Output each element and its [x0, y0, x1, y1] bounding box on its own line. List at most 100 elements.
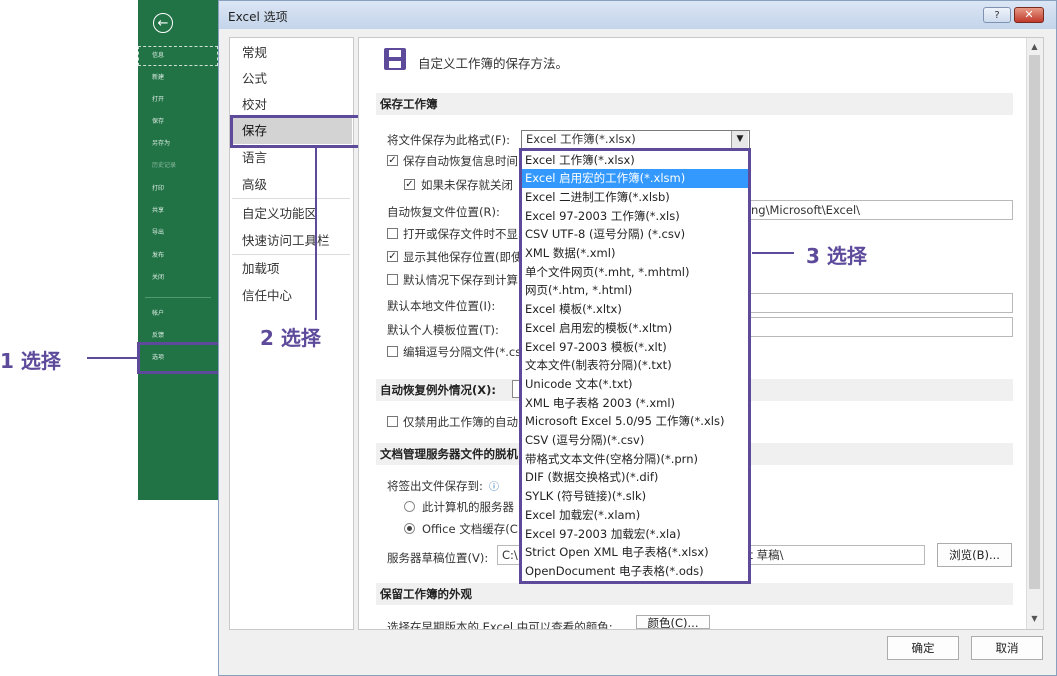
radio-office-label: Office 文档缓存(C: [422, 522, 518, 536]
format-option[interactable]: XML 数据(*.xml): [522, 244, 748, 263]
no-backstage-label: 打开或保存文件时不显: [403, 227, 518, 241]
category-language[interactable]: 语言: [230, 145, 352, 171]
chevron-down-icon[interactable]: ▼: [731, 131, 748, 148]
backstage-item-publish[interactable]: 发布: [152, 251, 208, 261]
format-option[interactable]: Excel 97-2003 工作簿(*.xls): [522, 207, 748, 226]
scroll-up-icon[interactable]: ▲: [1027, 40, 1042, 54]
checkout-label: 将签出文件保存到:: [387, 479, 483, 493]
format-option[interactable]: Excel 加载宏(*.xlam): [522, 506, 748, 525]
category-divider: [232, 254, 350, 255]
radio-server-drafts[interactable]: [404, 501, 415, 512]
radio-office-cache[interactable]: [404, 523, 415, 534]
format-option[interactable]: Strict Open XML 电子表格(*.xlsx): [522, 543, 748, 562]
format-option[interactable]: CSV (逗号分隔)(*.csv): [522, 431, 748, 450]
format-option[interactable]: OpenDocument 电子表格(*.ods): [522, 562, 748, 581]
default-template-input[interactable]: [746, 317, 1013, 337]
category-formulas[interactable]: 公式: [230, 66, 352, 92]
format-option[interactable]: Excel 二进制工作簿(*.xlsb): [522, 188, 748, 207]
format-option[interactable]: Excel 97-2003 加载宏(*.xla): [522, 525, 748, 544]
backstage-item-close[interactable]: 关闭: [152, 273, 208, 283]
format-option[interactable]: Microsoft Excel 5.0/95 工作簿(*.xls): [522, 412, 748, 431]
backstage-item-history[interactable]: 历史记录: [152, 161, 208, 171]
section-save-workbooks: 保存工作簿: [376, 93, 1013, 115]
format-option[interactable]: Excel 启用宏的模板(*.xltm): [522, 319, 748, 338]
info-icon: ⓘ: [489, 482, 499, 493]
autorecover-label: 保存自动恢复信息时间: [403, 154, 518, 168]
category-advanced[interactable]: 高级: [230, 172, 352, 198]
backstage-item-print[interactable]: 打印: [152, 184, 208, 194]
step1-label: 1 选择: [0, 349, 61, 373]
ok-button[interactable]: 确定: [887, 636, 959, 660]
step2-highlight-box: [230, 115, 362, 148]
close-button[interactable]: ✕: [1014, 7, 1044, 23]
save-format-select[interactable]: Excel 工作簿(*.xlsx): [521, 130, 750, 149]
backstage-item-export[interactable]: 导出: [152, 228, 208, 238]
back-arrow-icon[interactable]: ←: [153, 13, 173, 33]
backstage-item-save[interactable]: 保存: [152, 117, 208, 127]
format-option[interactable]: DIF (数据交换格式)(*.dif): [522, 468, 748, 487]
edit-csv-checkbox[interactable]: [387, 346, 398, 357]
category-trust-center[interactable]: 信任中心: [230, 283, 352, 309]
step2-label: 2 选择: [260, 326, 321, 350]
format-option[interactable]: SYLK (符号链接)(*.slk): [522, 487, 748, 506]
save-format-label: 将文件保存为此格式(F):: [387, 133, 510, 147]
browse-button[interactable]: 浏览(B)...: [937, 543, 1012, 567]
scrollbar-thumb[interactable]: [1029, 55, 1040, 589]
cancel-button[interactable]: 取消: [971, 636, 1043, 660]
category-general[interactable]: 常规: [230, 40, 352, 66]
disable-autorecover-label: 仅禁用此工作簿的自动: [403, 415, 518, 429]
format-option[interactable]: Excel 启用宏的工作簿(*.xlsm): [522, 169, 748, 188]
format-option[interactable]: Excel 工作簿(*.xlsx): [522, 151, 748, 170]
format-option[interactable]: CSV UTF-8 (逗号分隔) (*.csv): [522, 225, 748, 244]
category-divider: [232, 198, 350, 199]
step3-line: [752, 252, 794, 254]
category-quick-access[interactable]: 快速访问工具栏: [230, 228, 352, 254]
default-computer-label: 默认情况下保存到计算: [403, 273, 518, 287]
page-heading: 自定义工作簿的保存方法。: [418, 56, 569, 71]
no-backstage-checkbox[interactable]: [387, 228, 398, 239]
category-addins[interactable]: 加载项: [230, 256, 352, 282]
category-customize-ribbon[interactable]: 自定义功能区: [230, 201, 352, 227]
format-option[interactable]: 带格式文本文件(空格分隔)(*.prn): [522, 450, 748, 469]
format-option[interactable]: XML 电子表格 2003 (*.xml): [522, 394, 748, 413]
keep-last-checkbox[interactable]: ✓: [404, 179, 415, 190]
drafts-location-label: 服务器草稿位置(V):: [387, 551, 489, 565]
default-local-input[interactable]: [746, 293, 1013, 313]
save-icon: [384, 48, 406, 70]
format-option[interactable]: 单个文件网页(*.mht, *.mhtml): [522, 263, 748, 282]
format-option[interactable]: Excel 模板(*.xltx): [522, 300, 748, 319]
format-option[interactable]: 文本文件(制表符分隔)(*.txt): [522, 356, 748, 375]
step1-line: [87, 357, 137, 359]
show-additional-label: 显示其他保存位置(即使: [403, 250, 523, 264]
step1-highlight-box: [137, 342, 221, 374]
backstage-item-feedback[interactable]: 反馈: [152, 331, 208, 341]
backstage-item-account[interactable]: 帐户: [152, 309, 208, 319]
default-computer-checkbox[interactable]: [387, 274, 398, 285]
backstage-item-share[interactable]: 共享: [152, 206, 208, 216]
colors-button[interactable]: 颜色(C)...: [636, 615, 710, 629]
backstage-item-info[interactable]: 信息: [152, 51, 208, 61]
backstage-item-new[interactable]: 新建: [152, 73, 208, 83]
keep-last-label: 如果未保存就关闭: [421, 178, 513, 192]
edit-csv-label: 编辑逗号分隔文件(*.cs: [403, 345, 522, 359]
dialog-title: Excel 选项: [228, 10, 288, 24]
section-preserve-appearance: 保留工作簿的外观: [376, 583, 1013, 605]
step3-label: 3 选择: [806, 244, 867, 268]
dialog-titlebar[interactable]: [219, 1, 1056, 29]
autorecover-checkbox[interactable]: ✓: [387, 155, 398, 166]
show-additional-checkbox[interactable]: ✓: [387, 251, 398, 262]
backstage-item-open[interactable]: 打开: [152, 95, 208, 105]
autorecover-location-input[interactable]: ng\Microsoft\Excel\: [746, 200, 1013, 220]
format-option[interactable]: Excel 97-2003 模板(*.xlt): [522, 338, 748, 357]
backstage-item-saveas[interactable]: 另存为: [152, 139, 208, 149]
disable-autorecover-checkbox[interactable]: [387, 416, 398, 427]
help-button[interactable]: ?: [983, 7, 1011, 23]
default-template-label: 默认个人模板位置(T):: [387, 323, 499, 337]
drafts-value-left: C:\: [502, 548, 518, 562]
autorecover-location-label: 自动恢复文件位置(R):: [387, 205, 500, 219]
step2-line: [315, 148, 317, 320]
format-option[interactable]: 网页(*.htm, *.html): [522, 281, 748, 300]
backstage-divider: [145, 297, 211, 298]
format-option[interactable]: Unicode 文本(*.txt): [522, 375, 748, 394]
scroll-down-icon[interactable]: ▼: [1027, 612, 1042, 626]
